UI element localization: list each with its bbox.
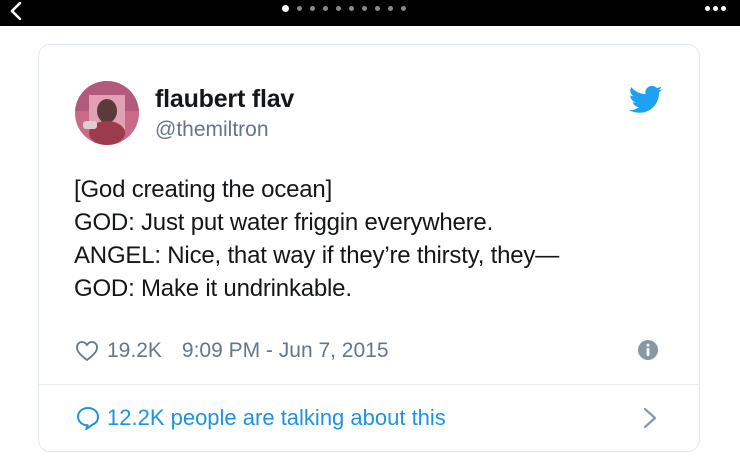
divider xyxy=(39,384,699,385)
tweet-meta: 19.2K 9:09 PM - Jun 7, 2015 xyxy=(75,338,389,364)
conversation-text[interactable]: 12.2K people are talking about this xyxy=(107,405,446,431)
chevron-left-icon xyxy=(10,2,22,20)
tweet-timestamp[interactable]: 9:09 PM - Jun 7, 2015 xyxy=(182,339,389,363)
more-button[interactable] xyxy=(705,0,726,16)
display-name[interactable]: flaubert flav xyxy=(155,85,294,114)
chevron-right-icon[interactable] xyxy=(643,407,657,429)
tweet-line: ANGEL: Nice, that way if they’re thirsty… xyxy=(74,242,559,269)
page-dot[interactable] xyxy=(401,5,406,11)
heart-icon[interactable] xyxy=(75,339,99,363)
page-dot[interactable] xyxy=(388,5,393,11)
speech-bubble-icon xyxy=(77,407,99,430)
conversation-link[interactable]: 12.2K people are talking about this xyxy=(75,403,663,433)
tweet-body: [God creating the ocean] GOD: Just put w… xyxy=(74,173,684,305)
tweet-line: [God creating the ocean] xyxy=(74,176,333,203)
avatar-image xyxy=(75,81,139,145)
avatar[interactable] xyxy=(75,81,139,145)
page-dot[interactable] xyxy=(297,5,302,11)
tweet-line: GOD: Make it undrinkable. xyxy=(74,275,352,302)
page-dot[interactable] xyxy=(375,5,380,11)
like-count[interactable]: 19.2K xyxy=(107,339,162,363)
top-bar xyxy=(0,0,740,26)
page-dot[interactable] xyxy=(282,4,289,12)
more-dots-icon xyxy=(705,5,710,11)
page-dot[interactable] xyxy=(336,5,341,11)
page-dot[interactable] xyxy=(362,5,367,11)
page-indicator xyxy=(282,0,406,16)
page-dot[interactable] xyxy=(323,5,328,11)
tweet-card[interactable]: flaubert flav @themiltron [God creating … xyxy=(38,44,700,452)
user-handle[interactable]: @themiltron xyxy=(155,118,269,142)
tweet-line: GOD: Just put water friggin everywhere. xyxy=(74,209,494,236)
page-dot[interactable] xyxy=(310,5,315,11)
back-button[interactable] xyxy=(6,0,26,22)
twitter-bird-icon[interactable] xyxy=(629,85,663,115)
info-icon[interactable] xyxy=(637,339,659,361)
page-dot[interactable] xyxy=(349,5,354,11)
